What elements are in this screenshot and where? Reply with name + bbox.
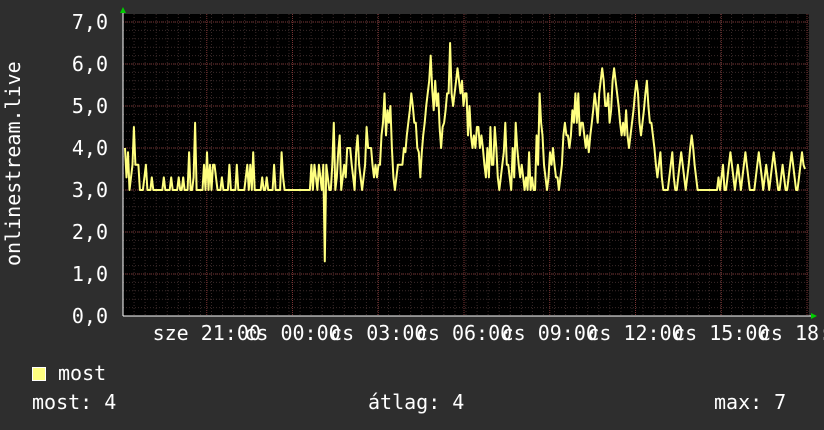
- stat-max-label: max:: [714, 390, 763, 414]
- legend: most: [32, 361, 106, 385]
- y-axis-label: onlinestream.live: [1, 61, 25, 267]
- stat-average: átlag: 4: [368, 390, 464, 414]
- x-tick-labels: sze 21:00cs 00:00cs 03:00cs 06:00cs 09:0…: [153, 321, 824, 345]
- y-tick-label: 7,0: [72, 10, 108, 34]
- stat-max-value: 7: [774, 390, 787, 414]
- x-tick-label: cs 09:00: [502, 321, 598, 345]
- y-tick-labels: 0,0 1,0 2,0 3,0 4,0 5,0 6,0 7,0: [72, 10, 108, 328]
- y-tick-label: 6,0: [72, 52, 108, 76]
- y-tick-label: 3,0: [72, 178, 108, 202]
- x-axis-arrow: [811, 313, 817, 319]
- y-tick-label: 1,0: [72, 262, 108, 286]
- legend-label: most: [58, 361, 107, 385]
- y-axis-arrow: [120, 7, 126, 13]
- y-tick-label: 4,0: [72, 136, 108, 160]
- stat-current-value: 4: [104, 390, 117, 414]
- x-tick-label: cs 18:00: [759, 321, 824, 345]
- x-tick-label: cs 06:00: [416, 321, 512, 345]
- stat-average-value: 4: [452, 390, 465, 414]
- y-tick-label: 5,0: [72, 94, 108, 118]
- x-tick-label: cs 15:00: [673, 321, 769, 345]
- legend-swatch: [32, 367, 46, 381]
- x-tick-label: cs 12:00: [587, 321, 683, 345]
- x-tick-label: cs 03:00: [330, 321, 426, 345]
- y-tick-label: 2,0: [72, 220, 108, 244]
- stat-max: max: 7: [714, 390, 786, 414]
- stat-current-label: most:: [32, 390, 93, 414]
- x-tick-label: cs 00:00: [244, 321, 340, 345]
- y-tick-label: 0,0: [72, 304, 108, 328]
- stat-current: most: 4: [32, 390, 116, 414]
- stat-average-label: átlag:: [368, 390, 441, 414]
- line-chart: 0,0 1,0 2,0 3,0 4,0 5,0 6,0 7,0 sze 21:00cs 00:…: [72, 7, 824, 345]
